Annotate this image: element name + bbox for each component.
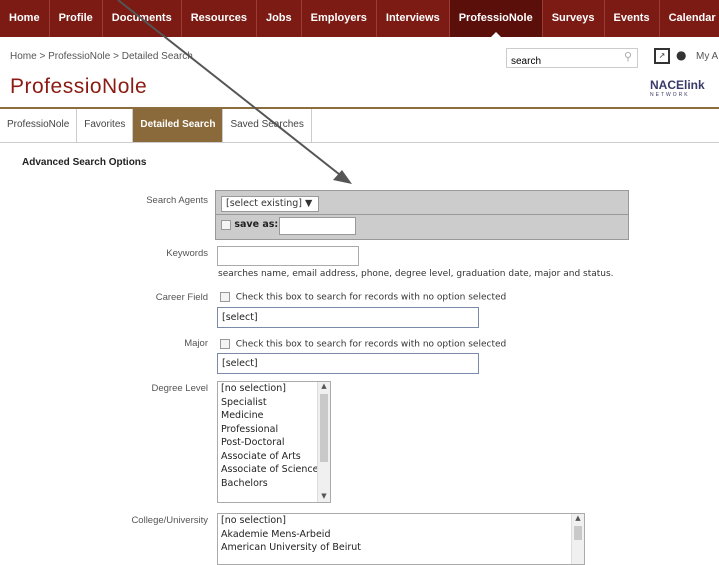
search-agents-label: Search Agents [146, 195, 208, 206]
nav-item-documents[interactable]: Documents [103, 0, 182, 37]
tab-professionole[interactable]: ProfessioNole [0, 109, 78, 142]
nav-item-profile[interactable]: Profile [50, 0, 103, 37]
sub-tabs: ProfessioNole Favorites Detailed Search … [0, 109, 719, 143]
college-scrollbar[interactable]: ▲ [571, 514, 584, 564]
breadcrumb: Home > ProfessioNole > Detailed Search [10, 51, 193, 62]
save-as-input[interactable] [279, 217, 356, 235]
degree-level-option[interactable]: Associate of Science [218, 463, 330, 477]
degree-level-option[interactable]: Bachelors [218, 477, 330, 491]
nav-item-home[interactable]: Home [0, 0, 50, 37]
major-check-label: Check this box to search for records wit… [235, 339, 507, 350]
nav-item-interviews[interactable]: Interviews [377, 0, 450, 37]
save-as-label: save as: [234, 219, 279, 230]
nav-item-employers[interactable]: Employers [302, 0, 377, 37]
logo-text: NACElink [650, 78, 705, 92]
keywords-help: searches name, email address, phone, deg… [218, 269, 614, 279]
save-as-checkbox[interactable] [221, 219, 231, 230]
scroll-thumb[interactable] [320, 394, 328, 462]
tab-saved-searches[interactable]: Saved Searches [223, 109, 312, 142]
keywords-input[interactable] [217, 246, 359, 266]
search-agents-select[interactable]: [select existing] ▼ [221, 196, 319, 212]
college-option[interactable]: [no selection] [218, 514, 584, 528]
major-label: Major [184, 338, 208, 349]
nav-item-resources[interactable]: Resources [182, 0, 257, 37]
top-nav: Home Profile Documents Resources Jobs Employe… [0, 0, 719, 37]
career-field-check-row: Check this box to search for records wit… [220, 292, 506, 303]
panel-title: Advanced Search Options [22, 157, 147, 168]
degree-level-option[interactable]: Medicine [218, 409, 330, 423]
keywords-label: Keywords [166, 248, 208, 259]
major-select[interactable]: [select] [217, 353, 479, 374]
degree-level-option[interactable]: Professional [218, 423, 330, 437]
career-field-label: Career Field [155, 292, 208, 303]
nav-item-calendar[interactable]: Calendar [660, 0, 719, 37]
scroll-up-icon[interactable]: ▲ [318, 382, 330, 392]
my-account-link[interactable]: My A [696, 51, 718, 62]
nacelink-logo: NACElink NETWORK [650, 78, 705, 98]
tab-favorites[interactable]: Favorites [77, 109, 134, 142]
college-listbox[interactable]: [no selection] Akademie Mens-Arbeid Americ… [217, 513, 585, 565]
career-field-checkbox[interactable] [220, 292, 230, 302]
major-checkbox[interactable] [220, 339, 230, 349]
scroll-thumb[interactable] [574, 526, 582, 540]
career-field-check-label: Check this box to search for records wit… [235, 292, 507, 303]
search-input[interactable] [507, 53, 625, 70]
external-link-icon[interactable]: ↗ [654, 48, 670, 64]
college-label: College/University [131, 515, 208, 526]
career-field-select[interactable]: [select] [217, 307, 479, 328]
degree-level-option[interactable]: Post-Doctoral [218, 436, 330, 450]
degree-level-option[interactable]: [no selection] [218, 382, 330, 396]
degree-level-listbox[interactable]: [no selection] Specialist Medicine Professi… [217, 381, 331, 503]
user-icon[interactable]: ● [676, 48, 686, 62]
agent-divider [216, 214, 628, 215]
nav-item-professionole[interactable]: ProfessioNole [449, 0, 543, 37]
search-icon[interactable]: ⚲ [620, 49, 636, 65]
college-option[interactable]: Akademie Mens-Arbeid [218, 528, 584, 542]
search-agents-box: [select existing] ▼ save as: [215, 190, 629, 240]
search-box[interactable] [506, 48, 638, 70]
major-check-row: Check this box to search for records wit… [220, 339, 506, 350]
scroll-down-icon[interactable]: ▼ [318, 492, 330, 502]
brand-title: ProfessioNole [10, 75, 148, 98]
nav-item-surveys[interactable]: Surveys [543, 0, 605, 37]
degree-level-option[interactable]: Associate of Arts [218, 450, 330, 464]
logo-subtext: NETWORK [650, 92, 690, 98]
nav-item-events[interactable]: Events [605, 0, 660, 37]
degree-level-label: Degree Level [151, 383, 208, 394]
tab-detailed-search[interactable]: Detailed Search [133, 109, 224, 142]
degree-level-option[interactable]: Specialist [218, 396, 330, 410]
scroll-up-icon[interactable]: ▲ [572, 514, 584, 524]
degree-level-scrollbar[interactable]: ▲ ▼ [317, 382, 330, 502]
college-option[interactable]: American University of Beirut [218, 541, 584, 555]
nav-item-jobs[interactable]: Jobs [257, 0, 302, 37]
save-as-row: save as: [221, 219, 278, 230]
